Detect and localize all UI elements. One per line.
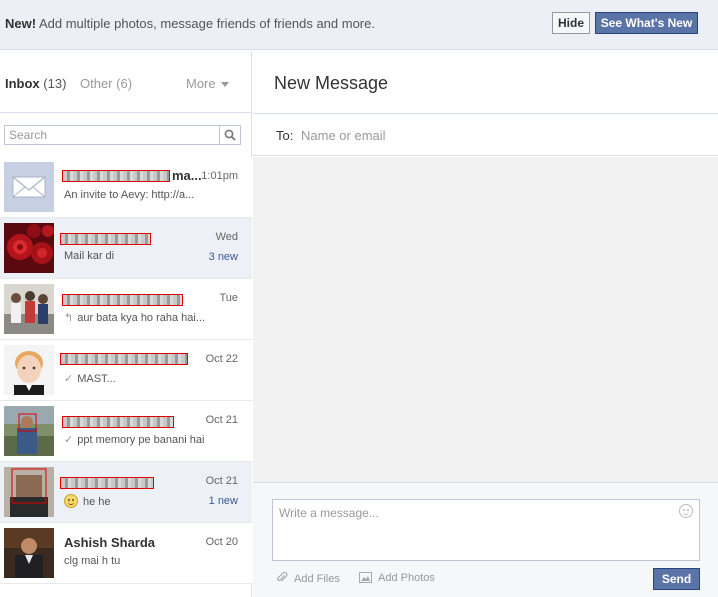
add-files-button[interactable]: Add Files	[276, 572, 340, 585]
message-input[interactable]	[273, 500, 673, 560]
emoticon-icon[interactable]	[679, 504, 693, 518]
thread-time: Tue	[219, 292, 238, 304]
thread-name-suffix: ma...	[172, 168, 202, 183]
search-button[interactable]	[219, 126, 240, 144]
conversation-area	[253, 157, 718, 482]
reply-box: Add Files Add Photos Send	[253, 482, 718, 597]
thread-list: ma... 1:01pm An invite to Aevy: http://a…	[0, 157, 252, 584]
reply-icon: ↰	[64, 312, 74, 324]
thread-snippet: An invite to Aevy: http://a...	[64, 189, 195, 201]
thread-sidebar: Inbox (13) Other (6) More Search ma... 1…	[0, 51, 252, 597]
thread-time: 1:01pm	[201, 170, 238, 182]
folder-bar: Inbox (13) Other (6) More	[0, 51, 252, 113]
thread-snippet-text: ppt memory pe banani hai	[77, 434, 205, 446]
thread-snippet: ✓ MAST...	[64, 372, 116, 385]
more-dropdown[interactable]: More	[186, 76, 229, 91]
thread-time: Oct 21	[205, 475, 238, 487]
banner-new-label: New!	[5, 16, 37, 31]
thread-item[interactable]: Oct 21 ✓ ppt memory pe banani hai	[0, 401, 252, 462]
other-count: (6)	[116, 76, 133, 91]
child-photo-icon	[4, 345, 54, 395]
add-photos-button[interactable]: Add Photos	[359, 572, 435, 584]
thread-time: Oct 20	[205, 536, 238, 548]
add-photos-label: Add Photos	[378, 572, 435, 584]
roses-photo-icon	[4, 223, 54, 273]
inbox-count: (13)	[43, 76, 67, 91]
composer-panel: New Message To: Add Files Add Photos Sen…	[253, 51, 718, 597]
thread-time: Wed	[215, 231, 238, 243]
person-dark-photo-icon	[4, 528, 54, 578]
chevron-down-icon	[220, 82, 229, 88]
avatar	[4, 345, 54, 395]
thread-snippet-text: aur bata kya ho raha hai...	[77, 312, 206, 324]
photo-icon	[359, 572, 372, 583]
search-input[interactable]	[5, 126, 219, 144]
person-outdoor-photo-icon	[4, 406, 54, 456]
redacted-name	[62, 294, 183, 306]
thread-item[interactable]: Oct 22 ✓ MAST...	[0, 340, 252, 401]
search-box	[4, 125, 241, 145]
thread-snippet: ✓ ppt memory pe banani hai	[64, 433, 204, 446]
avatar	[4, 467, 54, 517]
thread-snippet: clg mai h tu	[64, 555, 121, 567]
new-count-badge: 3 new	[208, 251, 238, 263]
banner-text: Add multiple photos, message friends of …	[38, 16, 375, 31]
send-button[interactable]: Send	[653, 568, 700, 590]
redacted-name	[60, 477, 154, 489]
redacted-name	[62, 416, 174, 428]
avatar	[4, 162, 54, 212]
redacted-name	[60, 233, 151, 245]
whats-new-banner: New! Add multiple photos, message friend…	[0, 0, 718, 50]
search-icon	[224, 129, 236, 141]
thread-item[interactable]: ma... 1:01pm An invite to Aevy: http://a…	[0, 157, 252, 218]
inbox-folder-tab[interactable]: Inbox (13)	[5, 76, 66, 91]
avatar	[4, 406, 54, 456]
group-photo-icon	[4, 284, 54, 334]
other-folder-tab[interactable]: Other (6)	[80, 76, 132, 91]
thread-item[interactable]: Tue ↰ aur bata kya ho raha hai...	[0, 279, 252, 340]
see-whats-new-button[interactable]: See What's New	[595, 12, 698, 34]
recipient-row: To:	[253, 114, 718, 156]
thread-item[interactable]: Oct 21 he he 1 new	[0, 462, 252, 523]
avatar	[4, 223, 54, 273]
thread-name: Ashish Sharda	[64, 535, 156, 550]
avatar	[4, 528, 54, 578]
thread-snippet: Mail kar di	[64, 250, 115, 262]
more-label: More	[186, 76, 216, 91]
paperclip-icon	[277, 572, 288, 582]
thread-snippet-text: MAST...	[77, 373, 116, 385]
thread-item[interactable]: Ashish Sharda Oct 20 clg mai h tu	[0, 523, 252, 584]
page-title: New Message	[274, 73, 389, 93]
other-label: Other	[80, 76, 113, 91]
avatar	[4, 284, 54, 334]
thread-time: Oct 22	[205, 353, 238, 365]
check-icon: ✓	[64, 434, 74, 446]
banner-message: New! Add multiple photos, message friend…	[5, 16, 375, 31]
recipient-input[interactable]	[301, 126, 601, 144]
smiley-icon	[64, 494, 78, 508]
thread-item[interactable]: Wed Mail kar di 3 new	[0, 218, 252, 279]
person-photo-icon	[4, 467, 54, 517]
check-icon: ✓	[64, 373, 74, 385]
inbox-label: Inbox	[5, 76, 40, 91]
envelope-icon	[4, 162, 54, 212]
thread-snippet: ↰ aur bata kya ho raha hai...	[64, 311, 205, 324]
add-files-label: Add Files	[294, 573, 340, 585]
to-label: To:	[276, 128, 294, 143]
thread-snippet-text: he he	[83, 496, 111, 508]
hide-button[interactable]: Hide	[552, 12, 590, 34]
message-box	[272, 499, 700, 561]
thread-snippet: he he	[64, 494, 111, 508]
new-count-badge: 1 new	[208, 495, 238, 507]
thread-time: Oct 21	[205, 414, 238, 426]
redacted-name	[60, 353, 188, 365]
redacted-name	[62, 170, 170, 182]
